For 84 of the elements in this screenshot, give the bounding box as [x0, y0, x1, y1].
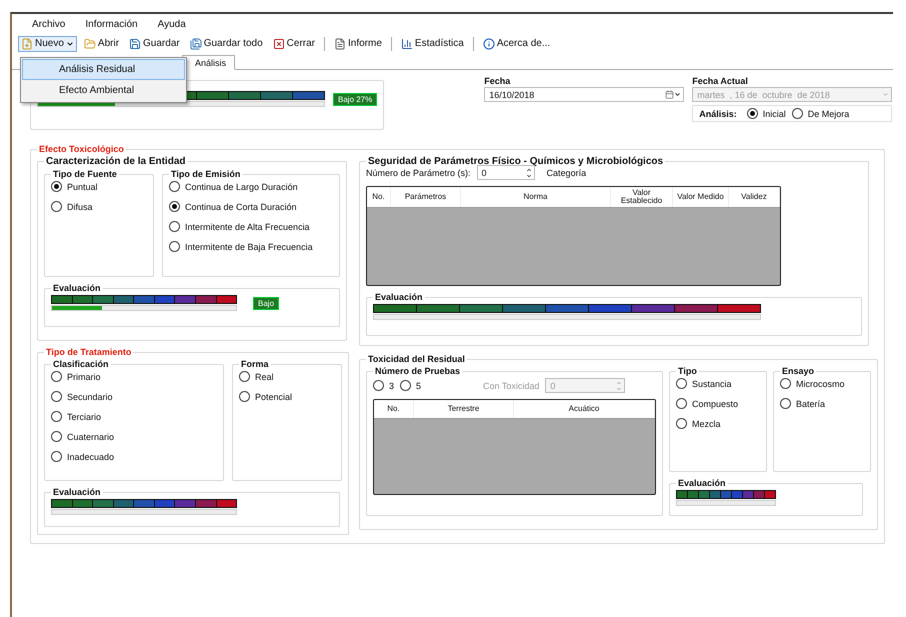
- radio-button[interactable]: Mezcla: [676, 418, 760, 429]
- column-header[interactable]: No.: [367, 187, 391, 207]
- radio-button[interactable]: Real: [239, 371, 335, 382]
- calendar-icon[interactable]: [665, 90, 674, 99]
- column-header[interactable]: Parámetros: [391, 187, 461, 207]
- menu-item[interactable]: Efecto Ambiental: [22, 80, 185, 101]
- toolbar-button[interactable]: Cerrar: [270, 36, 318, 52]
- menu-item[interactable]: Análisis Residual: [22, 59, 185, 80]
- level-badge: Bajo 27%: [333, 92, 378, 106]
- radio-button[interactable]: Batería: [780, 398, 864, 409]
- toolbar-button[interactable]: Abrir: [80, 36, 122, 52]
- toolbar-button[interactable]: Estadística: [398, 36, 467, 52]
- group-title: Evaluación: [52, 283, 102, 293]
- level-badge: Bajo: [253, 296, 280, 310]
- radio-button[interactable]: Compuesto: [676, 398, 760, 409]
- group-title: Forma: [240, 359, 270, 369]
- radio-button[interactable]: De Mejora: [792, 108, 850, 119]
- caret-icon: [66, 40, 74, 48]
- group-title: Tipo: [677, 366, 698, 376]
- radio-button[interactable]: Intermitente de Alta Frecuencia: [169, 221, 333, 232]
- column-header[interactable]: Validez: [729, 187, 780, 207]
- radio-button[interactable]: Inadecuado: [51, 451, 217, 462]
- group-title: Número de Pruebas: [374, 366, 462, 376]
- column-header[interactable]: Terrestre: [414, 400, 514, 418]
- folder-icon: [84, 38, 96, 50]
- column-header[interactable]: No.: [374, 400, 414, 418]
- group-title: Clasificación: [52, 359, 110, 369]
- toolbar-button[interactable]: Acerca de...: [480, 36, 554, 52]
- radio-button[interactable]: Primario: [51, 371, 217, 382]
- number-spinner[interactable]: 0: [476, 165, 535, 180]
- document-icon: [334, 38, 346, 50]
- group-title: Evaluación: [52, 487, 102, 497]
- radio-button[interactable]: Secundario: [51, 391, 217, 402]
- date-picker[interactable]: 16/10/2018: [484, 87, 684, 102]
- group-title: Ensayo: [781, 366, 816, 376]
- menu-item[interactable]: Archivo: [32, 19, 66, 31]
- group-title: Tipo de Tratamiento: [45, 347, 132, 357]
- field-label: Fecha: [484, 76, 512, 86]
- new-file-icon: [21, 38, 33, 50]
- tab[interactable]: Análisis: [182, 55, 236, 70]
- radio-button[interactable]: Puntual: [51, 181, 147, 192]
- radio-button[interactable]: Terciario: [51, 411, 217, 422]
- radio-button[interactable]: Intermitente de Baja Frecuencia: [169, 241, 333, 252]
- field-label: Con Toxicidad: [483, 380, 540, 390]
- column-header[interactable]: Valor Medido: [673, 187, 729, 207]
- close-icon: [272, 38, 285, 50]
- radio-button[interactable]: Inicial: [746, 108, 786, 119]
- toolbar-button[interactable]: Informe: [331, 36, 385, 52]
- group-title: Caracterización de la Entidad: [45, 156, 186, 167]
- group-title: Tipo de Fuente: [52, 169, 118, 179]
- group-title: Evaluación: [677, 478, 727, 488]
- column-header[interactable]: Norma: [461, 187, 611, 207]
- radio-button[interactable]: Microcosmo: [780, 378, 864, 389]
- caret-icon[interactable]: [674, 91, 682, 98]
- field-label: Análisis:: [699, 108, 737, 118]
- toolbar-button[interactable]: Guardar: [126, 36, 183, 52]
- group-title: Tipo de Emisión: [170, 169, 242, 179]
- date-input[interactable]: 16/10/2018: [487, 90, 666, 100]
- menu-item[interactable]: Ayuda: [158, 19, 186, 31]
- toolbar-button[interactable]: Guardar todo: [186, 36, 266, 52]
- field-label: Fecha Actual: [692, 76, 749, 86]
- number-input[interactable]: 0: [480, 168, 526, 178]
- radio-button[interactable]: Difusa: [51, 201, 147, 212]
- info-icon: [482, 38, 495, 50]
- radio-button[interactable]: Potencial: [239, 391, 335, 402]
- field-label: Categoría: [546, 168, 586, 178]
- group-title: Efecto Toxicológico: [38, 144, 125, 154]
- radio-button[interactable]: Cuaternario: [51, 431, 217, 442]
- radio-button[interactable]: Sustancia: [676, 378, 760, 389]
- column-header[interactable]: Acuático: [514, 400, 655, 418]
- radio-button[interactable]: Continua de Corta Duración: [169, 201, 333, 212]
- field-label: Número de Parámetro (s):: [366, 168, 471, 178]
- save-all-icon: [190, 38, 202, 50]
- group-title: Evaluación: [374, 292, 424, 302]
- toolbar-button[interactable]: Nuevo: [18, 36, 77, 52]
- group-title: Seguridad de Parámetros Físico - Químicos y Microbiológicos: [367, 156, 664, 167]
- column-header[interactable]: Valor Establecido: [611, 187, 673, 207]
- bar-chart-icon: [400, 38, 413, 50]
- menu-item[interactable]: Información: [85, 19, 138, 31]
- radio-button[interactable]: 5: [400, 380, 422, 391]
- group-title: Toxicidad del Residual: [367, 354, 466, 364]
- save-icon: [129, 38, 142, 50]
- radio-button[interactable]: 3: [373, 380, 394, 391]
- radio-button[interactable]: Continua de Largo Duración: [169, 181, 333, 192]
